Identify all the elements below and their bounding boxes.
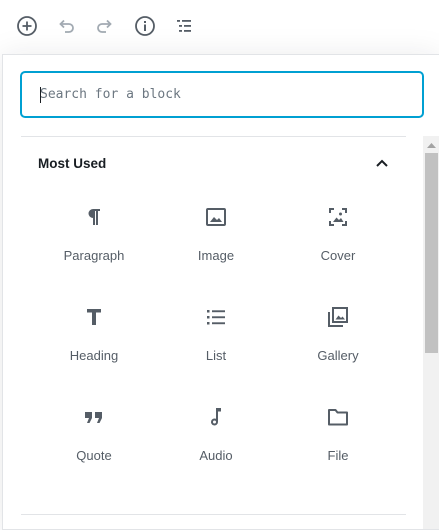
block-label: Heading — [69, 348, 119, 363]
list-icon — [201, 302, 231, 332]
divider — [21, 136, 406, 137]
block-label: Paragraph — [63, 248, 125, 263]
cover-icon — [323, 202, 353, 232]
block-label: Quote — [76, 448, 112, 463]
undo-button[interactable] — [50, 10, 82, 42]
quote-icon — [79, 402, 109, 432]
block-label: File — [327, 448, 349, 463]
search-wrapper — [21, 72, 423, 117]
paragraph-icon — [79, 202, 109, 232]
scrollbar[interactable] — [423, 136, 439, 529]
block-item-audio[interactable]: Audio — [155, 395, 277, 495]
block-item-list[interactable]: List — [155, 295, 277, 395]
block-item-paragraph[interactable]: Paragraph — [33, 195, 155, 295]
chevron-up-icon — [376, 159, 388, 167]
undo-icon — [59, 19, 74, 33]
block-label: Image — [197, 248, 235, 263]
editor-toolbar — [0, 0, 439, 54]
outline-button[interactable] — [168, 10, 200, 42]
heading-icon — [79, 302, 109, 332]
info-icon — [135, 16, 155, 36]
block-item-heading[interactable]: Heading — [33, 295, 155, 395]
plus-circle-icon — [17, 16, 37, 36]
file-icon — [323, 402, 353, 432]
block-item-quote[interactable]: Quote — [33, 395, 155, 495]
block-label: List — [205, 348, 227, 363]
block-item-cover[interactable]: Cover — [277, 195, 399, 295]
panel-title: Most Used — [38, 155, 107, 171]
most-used-panel-toggle[interactable]: Most Used — [21, 140, 406, 186]
divider — [21, 514, 406, 515]
block-search-input[interactable] — [21, 72, 423, 117]
block-item-file[interactable]: File — [277, 395, 399, 495]
block-label: Gallery — [317, 348, 359, 363]
scroll-up-arrow-icon[interactable] — [423, 136, 439, 153]
block-inserter-popover: Most Used Paragraph Image — [2, 54, 439, 530]
audio-icon — [201, 402, 231, 432]
add-block-button[interactable] — [11, 10, 43, 42]
info-button[interactable] — [129, 10, 161, 42]
block-item-gallery[interactable]: Gallery — [277, 295, 399, 395]
image-icon — [201, 202, 231, 232]
block-label: Cover — [320, 248, 356, 263]
scrollbar-thumb[interactable] — [425, 153, 438, 353]
redo-icon — [97, 19, 112, 33]
block-item-image[interactable]: Image — [155, 195, 277, 295]
text-caret — [40, 87, 41, 103]
block-grid: Paragraph Image Cover Heading List Galle… — [33, 195, 399, 495]
block-label: Audio — [199, 448, 233, 463]
gallery-icon — [323, 302, 353, 332]
list-outline-icon — [177, 20, 191, 32]
redo-button[interactable] — [89, 10, 121, 42]
